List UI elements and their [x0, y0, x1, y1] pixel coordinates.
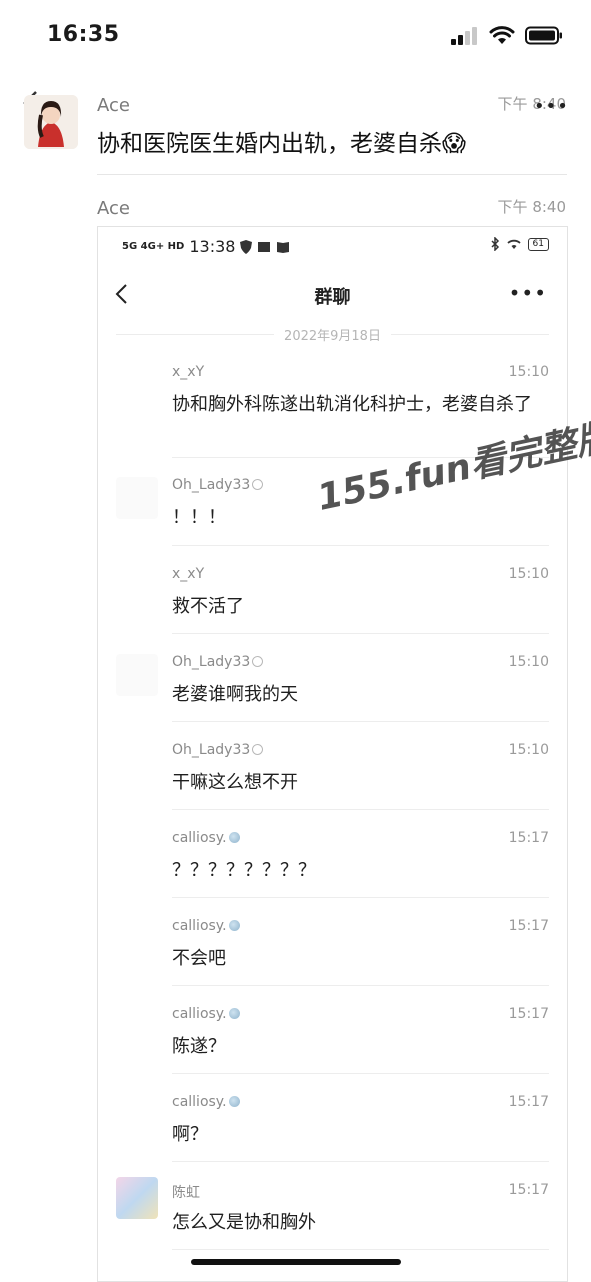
sender-name: calliosy.: [172, 918, 240, 934]
sender-name: calliosy.: [172, 830, 240, 846]
page-title: 群聊: [314, 287, 351, 308]
message-text: 协和胸外科陈遂出轨消化科护士，老婆自杀了: [172, 394, 532, 415]
wifi-icon: [489, 26, 515, 44]
more-options-icon[interactable]: •••: [534, 96, 569, 117]
bluetooth-icon: [491, 237, 499, 251]
message-time: 15:10: [508, 742, 549, 758]
divider: [172, 633, 549, 634]
embedded-status-right: 61: [490, 237, 549, 251]
message-text: ？？？？？？？？: [172, 860, 316, 881]
message-time: 15:17: [508, 1094, 549, 1110]
badge-icon: [252, 479, 264, 490]
battery-icon: [525, 26, 562, 45]
shield-icon: [240, 239, 253, 254]
badge-icon: [228, 832, 240, 843]
badge-icon: [228, 920, 240, 931]
date-label: 2022年9月18日: [284, 329, 381, 344]
avatar: [116, 477, 158, 519]
divider: [172, 1073, 549, 1074]
badge-icon: [228, 1008, 240, 1019]
sender-name: calliosy.: [172, 1094, 240, 1110]
date-divider: 2022年9月18日: [116, 325, 549, 344]
message-text: 协和医院医生婚内出轨，老婆自杀😱: [97, 131, 466, 157]
home-indicator: [191, 1259, 401, 1265]
message-text: 救不活了: [172, 596, 244, 617]
sender-name: calliosy.: [172, 1006, 240, 1022]
status-icons: [451, 26, 563, 45]
cellular-signal-icon: [451, 26, 477, 45]
message-time: 15:10: [508, 654, 549, 670]
divider: [97, 174, 567, 175]
embedded-time: 13:38: [189, 237, 236, 256]
sender-name: x_xY: [172, 566, 205, 582]
list-item: Oh_Lady33 15:10 老婆谁啊我的天: [98, 654, 567, 742]
sender-name: Oh_Lady33: [172, 477, 264, 493]
list-item: calliosy. 15:17 不会吧: [98, 918, 567, 1006]
message-text: 干嘛这么想不开: [172, 772, 298, 793]
list-item: x_xY 15:10 救不活了: [98, 566, 567, 654]
message-sender: Ace: [97, 198, 130, 219]
badge-icon: [252, 656, 264, 667]
network-indicator: 5G 4G+ HD: [122, 241, 185, 252]
list-item: calliosy. 15:17 啊？: [98, 1094, 567, 1182]
message-text: 老婆谁啊我的天: [172, 684, 298, 705]
divider: [172, 721, 549, 722]
sender-name: Oh_Lady33: [172, 654, 264, 670]
message-text: 陈遂？: [172, 1036, 226, 1057]
list-item: Oh_Lady33 15:10 干嘛这么想不开: [98, 742, 567, 830]
list-item: calliosy. 15:17 ？？？？？？？？: [98, 830, 567, 918]
message-time: 15:10: [508, 364, 549, 380]
divider: [172, 809, 549, 810]
more-options-icon[interactable]: •••: [509, 281, 547, 305]
book-icon: [277, 241, 290, 253]
list-item: calliosy. 15:17 陈遂？: [98, 1006, 567, 1094]
embedded-status-bar: 5G 4G+ HD 13:38: [122, 237, 290, 256]
message-text: 不会吧: [172, 948, 226, 969]
divider: [172, 545, 549, 546]
shared-screenshot-image[interactable]: 5G 4G+ HD 13:38 61 群聊 ••• 2022年9月18日 x_x…: [97, 226, 568, 1282]
battery-level: 61: [527, 237, 549, 251]
divider: [172, 1161, 549, 1162]
list-item: 陈虹 15:17 怎么又是协和胸外: [98, 1177, 567, 1270]
message-time: 15:17: [508, 830, 549, 846]
message-time: 15:17: [508, 918, 549, 934]
message-text: 啊？: [172, 1124, 208, 1145]
divider: [172, 1249, 549, 1250]
message-time: 15:10: [508, 566, 549, 582]
message-text: 怎么又是协和胸外: [172, 1212, 316, 1233]
sender-name: 陈虹: [172, 1185, 200, 1201]
storage-icon: [258, 241, 271, 252]
avatar[interactable]: [24, 95, 78, 149]
message-sender: Ace: [97, 95, 130, 116]
divider: [172, 985, 549, 986]
message-time: 15:17: [508, 1006, 549, 1022]
message-time: 15:17: [508, 1182, 549, 1198]
sender-name: Oh_Lady33: [172, 742, 264, 758]
sender-name: x_xY: [172, 364, 205, 380]
avatar: [116, 1177, 158, 1219]
avatar: [116, 654, 158, 696]
badge-icon: [252, 744, 264, 755]
divider: [172, 897, 549, 898]
badge-icon: [228, 1096, 240, 1107]
status-time: 16:35: [47, 22, 120, 47]
message-time: 下午 8:40: [497, 198, 566, 216]
wifi-icon: [506, 239, 521, 249]
